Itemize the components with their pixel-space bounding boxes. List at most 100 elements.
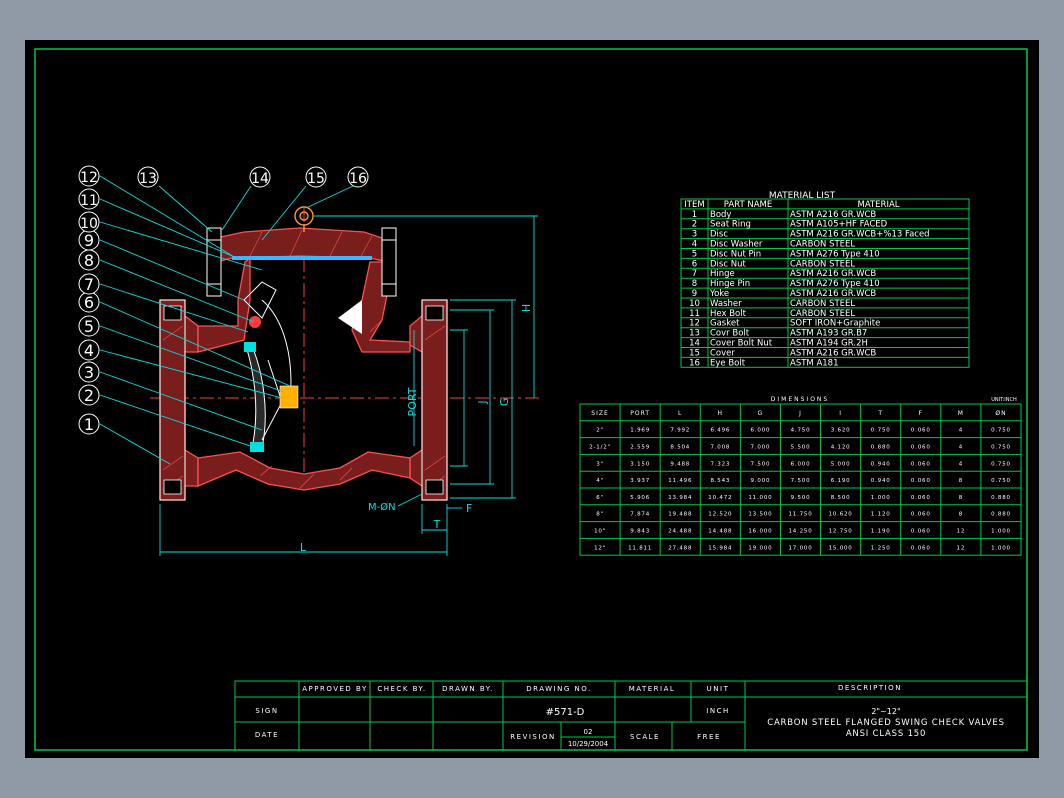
drawing-number: #571-D (546, 707, 585, 718)
dim-t: T (433, 518, 441, 531)
material-part-cell: Cover (710, 348, 735, 358)
dimension-cell: 11.811 (628, 545, 652, 551)
material-list-cells: ITEM PART NAME MATERIAL 1 Body ASTM A216 GR.W… (684, 200, 929, 368)
dimension-cell: 0.060 (911, 461, 931, 467)
callout-1: 1 (78, 413, 100, 435)
dimension-cell: 1.250 (871, 545, 891, 551)
dimension-cell: 8 (959, 495, 963, 501)
material-part-cell: Disc (710, 230, 728, 240)
material-header-cell: MATERIAL (857, 200, 899, 210)
svg-text:14: 14 (251, 171, 269, 187)
material-part-cell: Disc Washer (710, 240, 763, 250)
dimension-header-cell: T (877, 410, 883, 417)
drawing-no-label: DRAWING NO. (526, 685, 591, 693)
description-label: DESCRIPTION (838, 684, 902, 692)
date-label: DATE (255, 731, 279, 739)
callout-10: 10 (78, 211, 100, 233)
material-material-cell: ASTM A181 (790, 358, 838, 368)
dim-j: J (476, 400, 489, 404)
dimension-header-cell: I (839, 410, 842, 417)
dimension-cell: 12.750 (829, 529, 853, 535)
check-by-label: CHECK BY. (377, 685, 426, 693)
material-material-cell: ASTM A216 GR.WCB+%13 Faced (790, 230, 930, 240)
dimension-cell: 0.880 (991, 495, 1011, 501)
sign-label: SIGN (255, 707, 278, 715)
dimension-cell: 19.000 (748, 545, 772, 551)
dimension-cell: 7.500 (751, 461, 771, 467)
dimension-cell: 6.000 (751, 428, 771, 434)
dimension-cell: 8 (959, 512, 963, 518)
svg-text:15: 15 (307, 171, 325, 187)
dimension-cell: 4" (596, 478, 604, 484)
dimension-cell: 13.984 (668, 495, 692, 501)
description-size-range: 2"~12" (871, 707, 900, 716)
dimension-cell: 7.992 (670, 428, 690, 434)
material-item-cell: 1 (692, 210, 697, 220)
dimension-cell: 13.500 (748, 512, 772, 518)
material-part-cell: Disc Nut (710, 259, 746, 269)
dimension-cell: 2" (596, 428, 604, 434)
material-part-cell: Seat Ring (710, 220, 751, 230)
callout-16: 16 (347, 166, 369, 188)
material-item-cell: 15 (689, 348, 700, 358)
dimension-cell: 10" (594, 529, 606, 535)
dimension-cell: 3.150 (630, 461, 650, 467)
svg-text:13: 13 (139, 171, 157, 187)
dimension-header-cell: F (919, 410, 923, 417)
material-item-cell: 11 (689, 309, 700, 319)
dimension-cell: 0.060 (911, 495, 931, 501)
material-material-cell: ASTM A276 Type 410 (790, 249, 880, 259)
material-material-cell: SOFT IRON+Graphite (790, 319, 880, 329)
dimension-cell: 1.120 (871, 512, 891, 518)
svg-text:12: 12 (80, 170, 98, 186)
svg-text:10: 10 (80, 216, 98, 232)
dimension-cell: 7.323 (710, 461, 730, 467)
seat-ring-top (244, 342, 256, 352)
drawing-sheet: 1 2 3 4 5 6 7 8 9 10 11 12 13 14 15 16 L… (25, 40, 1039, 758)
dimension-cell: 1.000 (991, 545, 1011, 551)
material-part-cell: Yoke (709, 289, 729, 299)
material-material-cell: ASTM A216 GR.WCB (790, 348, 876, 358)
material-material-cell: ASTM A276 Type 410 (790, 279, 880, 289)
material-item-cell: 10 (689, 299, 700, 309)
dimension-header-cell: ØN (995, 410, 1006, 417)
dimension-header-cell: H (718, 410, 724, 417)
dimension-cell: 2.559 (630, 445, 650, 451)
dimension-cell: 9.000 (751, 478, 771, 484)
material-item-cell: 13 (689, 329, 700, 339)
dimension-cell: 11.750 (788, 512, 812, 518)
hinge-pin (249, 316, 261, 328)
material-item-cell: 3 (692, 230, 697, 240)
callout-4: 4 (78, 339, 100, 361)
dimensions-cells: SIZE PORT L H G J I T F M ØN 2" 1.969 7.992 6.496 6.000… (589, 410, 1011, 551)
dimension-cell: 0.060 (911, 428, 931, 434)
dimension-cell: 15.984 (708, 545, 732, 551)
dimension-cell: 0.940 (871, 461, 891, 467)
hinge-disc-assembly (243, 281, 292, 449)
material-material-cell: ASTM A105+HF FACED (790, 220, 888, 230)
dimension-cell: 0.750 (991, 445, 1011, 451)
dimension-cell: 19.488 (668, 512, 692, 518)
dimension-cell: 7.500 (791, 478, 811, 484)
material-list-title: MATERIAL LIST (769, 191, 836, 201)
dimension-cell: 1.190 (871, 529, 891, 535)
dimension-cell: 4.750 (791, 428, 811, 434)
dimension-cell: 4 (959, 428, 963, 434)
dimensions-title: DIMENSIONS (771, 396, 829, 403)
svg-text:2: 2 (84, 386, 94, 405)
material-part-cell: Washer (710, 299, 742, 309)
dimension-cell: 0.750 (991, 428, 1011, 434)
disc-nut (279, 385, 299, 409)
dimension-cell: 14.250 (788, 529, 812, 535)
callout-14: 14 (249, 166, 271, 188)
dimension-cell: 0.880 (991, 512, 1011, 518)
dimension-header-cell: PORT (630, 410, 650, 417)
material-part-cell: Hex Bolt (710, 309, 747, 319)
dimension-cell: 10.472 (708, 495, 732, 501)
gasket (232, 256, 372, 260)
material-item-cell: 5 (692, 249, 697, 259)
dimension-cell: 4 (959, 461, 963, 467)
dimension-cell: 1.969 (630, 428, 650, 434)
svg-text:9: 9 (84, 231, 94, 250)
dimension-cell: 8 (959, 478, 963, 484)
